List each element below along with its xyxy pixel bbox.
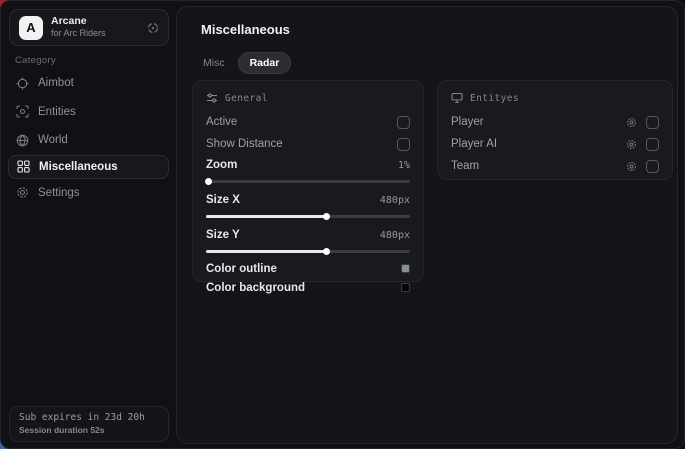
setting-label: Zoom [206,159,237,171]
zoom-slider[interactable] [206,176,410,186]
tab-bar: Misc Radar [192,52,291,74]
setting-row-show-distance: Show Distance [206,133,410,155]
gear-icon[interactable] [626,139,637,150]
sub-expiry-text: Sub expires in 23d 20h [19,412,159,423]
team-checkbox[interactable] [646,160,659,173]
setting-value: 480px [380,230,410,241]
app-window: A Arcane for Arc Riders Category [0,0,685,449]
setting-row-color-background: Color background [206,278,410,297]
sidebar-item-label: Miscellaneous [39,161,118,173]
entity-row-team: Team [451,155,659,177]
sidebar-item-aimbot[interactable]: Aimbot [1,69,176,98]
crosshair-icon [16,77,29,90]
setting-label: Active [206,116,237,128]
setting-label: Color outline [206,263,277,275]
gear-icon [16,186,29,199]
general-card: General Active Show Distance Zoom 1% Siz… [192,80,424,282]
tab-radar[interactable]: Radar [238,52,292,74]
grid-icon [17,160,30,173]
setting-row-size-x: Size X 480px [206,190,410,210]
sidebar-nav: Aimbot Entities World [1,69,176,207]
sidebar-item-label: Entities [38,106,76,118]
subscription-card: Sub expires in 23d 20h Session duration … [9,406,169,442]
gear-icon[interactable] [626,117,637,128]
setting-label: Color background [206,282,305,294]
reload-icon[interactable] [147,22,159,34]
page-title: Miscellaneous [201,22,290,37]
sidebar-item-label: World [38,134,68,146]
show-distance-checkbox[interactable] [397,138,410,151]
card-title: General [225,93,268,104]
sidebar-item-label: Aimbot [38,77,74,89]
color-background-swatch[interactable] [401,283,410,292]
entity-label: Player [451,116,484,128]
main-panel: Miscellaneous Misc Radar General Active [176,6,678,444]
sidebar-item-miscellaneous[interactable]: Miscellaneous [8,155,169,179]
category-label: Category [15,55,56,66]
app-name: Arcane [51,16,139,28]
setting-label: Size Y [206,229,240,241]
slider-thumb[interactable] [323,213,330,220]
size-y-slider[interactable] [206,246,410,256]
app-subtitle: for Arc Riders [51,29,139,39]
tab-misc[interactable]: Misc [192,53,236,73]
gear-icon[interactable] [626,161,637,172]
slider-thumb[interactable] [323,248,330,255]
setting-label: Size X [206,194,240,206]
entity-row-player-ai: Player AI [451,133,659,155]
globe-icon [16,134,29,147]
setting-row-size-y: Size Y 480px [206,225,410,245]
setting-row-color-outline: Color outline [206,259,410,278]
monitor-icon [451,92,463,104]
slider-thumb[interactable] [205,178,212,185]
setting-label: Show Distance [206,138,283,150]
card-title: Entityes [470,93,519,104]
sidebar-item-world[interactable]: World [1,126,176,155]
setting-value: 1% [398,160,410,171]
color-outline-swatch[interactable] [401,264,410,273]
app-header-card: A Arcane for Arc Riders [9,9,169,46]
scan-icon [16,105,29,118]
entities-card: Entityes Player Player AI [437,80,673,180]
sliders-icon [206,92,218,104]
sidebar-item-entities[interactable]: Entities [1,98,176,127]
size-x-slider[interactable] [206,211,410,221]
entity-label: Player AI [451,138,497,150]
sidebar: A Arcane for Arc Riders Category [1,1,176,448]
setting-row-active: Active [206,111,410,133]
player-ai-checkbox[interactable] [646,138,659,151]
setting-value: 480px [380,195,410,206]
entity-label: Team [451,160,479,172]
entity-row-player: Player [451,111,659,133]
sidebar-item-label: Settings [38,187,80,199]
player-checkbox[interactable] [646,116,659,129]
active-checkbox[interactable] [397,116,410,129]
app-logo: A [19,16,43,40]
setting-row-zoom: Zoom 1% [206,155,410,175]
session-duration-text: Session duration 52s [19,425,159,435]
sidebar-item-settings[interactable]: Settings [1,179,176,208]
